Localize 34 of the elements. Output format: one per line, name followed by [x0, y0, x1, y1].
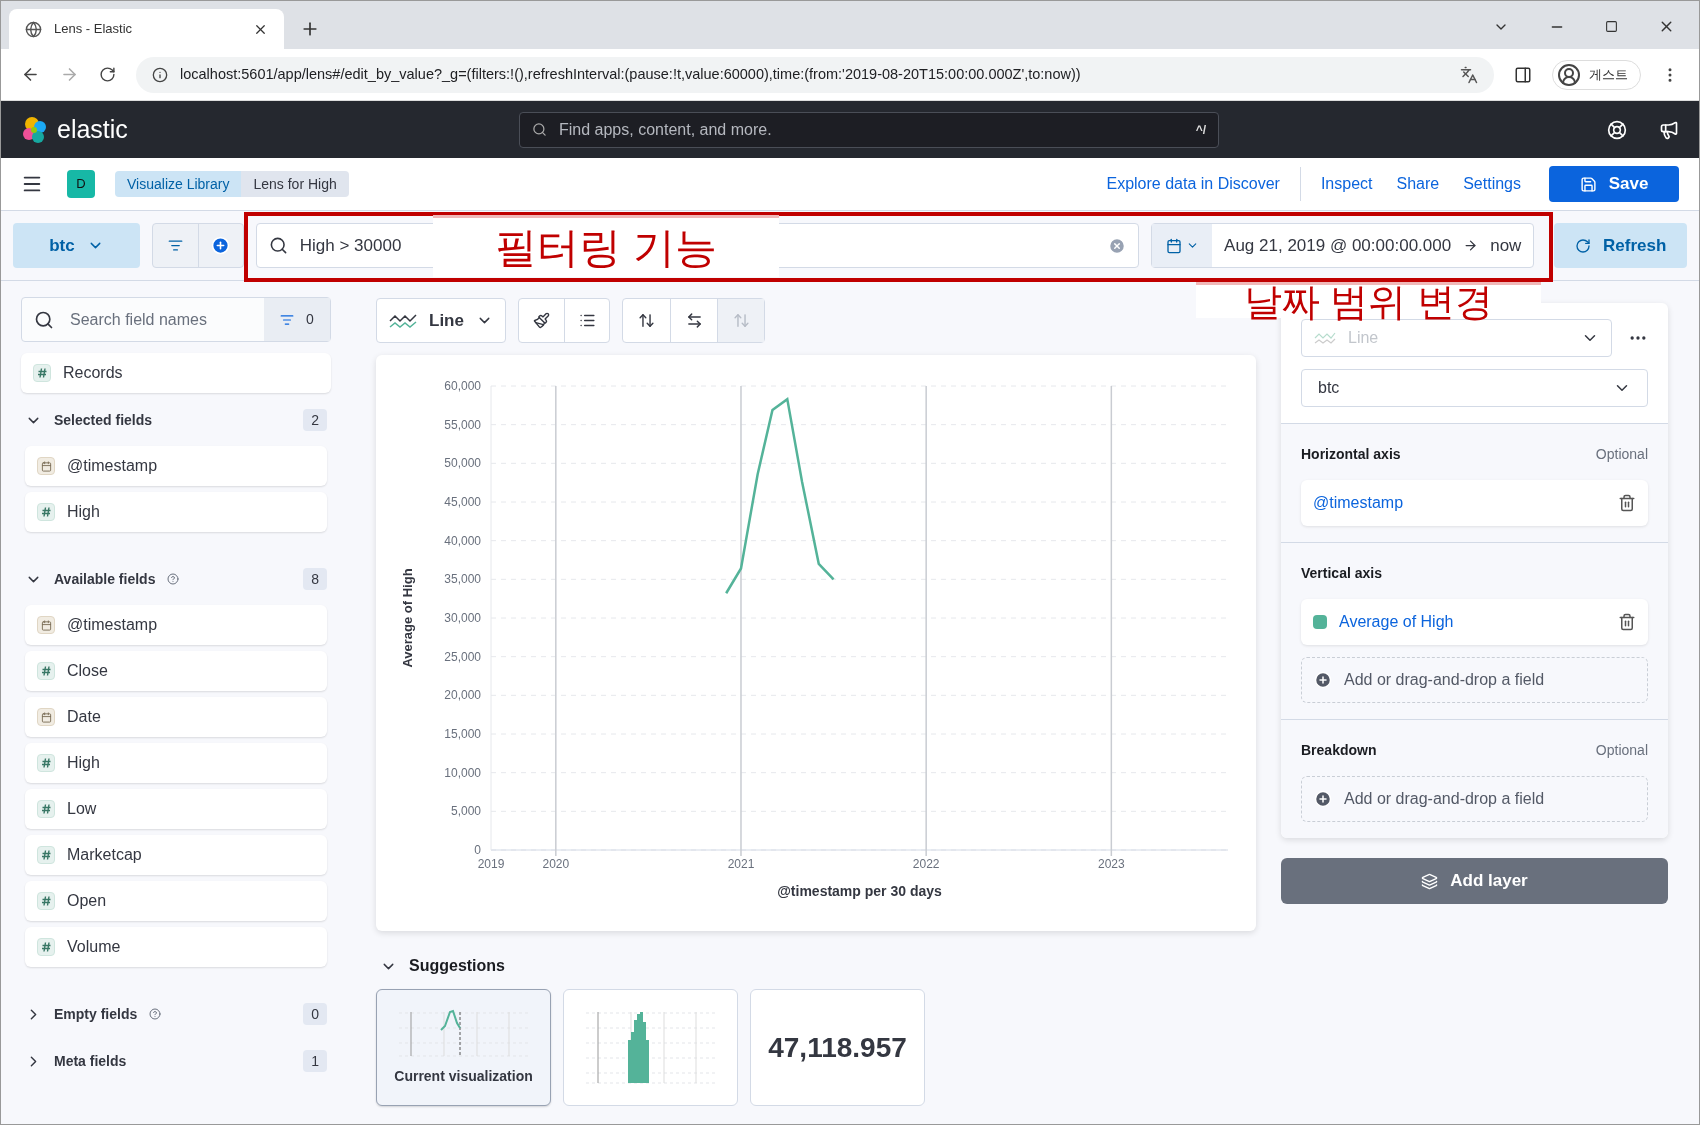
y-tick-label: 45,000 — [444, 495, 481, 509]
y-tick-label: 50,000 — [444, 456, 481, 471]
y-tick-label: 0 — [474, 843, 481, 857]
suggestion-label: Current visualization — [394, 1067, 533, 1086]
x-tick-label: 2020 — [542, 857, 570, 871]
y-tick-label: 35,000 — [444, 572, 481, 587]
group-title: Horizontal axis — [1301, 444, 1402, 464]
group-title: Breakdown — [1301, 740, 1378, 760]
group-title: Vertical axis — [1301, 563, 1383, 583]
y-tick-label: 25,000 — [444, 649, 481, 664]
x-tick-label: 2023 — [1098, 857, 1125, 871]
x-axis-title: @timestamp per 30 days — [777, 883, 942, 899]
y-axis-title: Average of High — [400, 568, 415, 668]
y-tick-label: 60,000 — [444, 379, 481, 393]
metric-value: 47,118.957 — [768, 1030, 907, 1065]
y-tick-label: 20,000 — [444, 688, 481, 703]
y-tick-label: 10,000 — [444, 765, 481, 780]
optional-label: Optional — [1595, 444, 1648, 464]
x-tick-label: 2022 — [912, 857, 940, 871]
count-badge: 0 — [303, 1003, 327, 1025]
y-tick-label: 15,000 — [444, 727, 481, 741]
y-tick-label: 30,000 — [444, 611, 481, 625]
y-tick-label: 40,000 — [444, 533, 481, 548]
count-badge: 8 — [303, 568, 327, 590]
count-badge: 2 — [303, 409, 327, 431]
annotation-tooltip: 필터링 기능 — [433, 215, 779, 277]
y-tick-label: 55,000 — [444, 417, 481, 432]
axis-start-label: 2019 — [477, 857, 505, 871]
brand-name: elastic — [57, 113, 129, 145]
optional-label: Optional — [1595, 740, 1648, 760]
count-badge: 1 — [303, 1050, 327, 1072]
keyboard-shortcut: ^/ — [1195, 121, 1206, 139]
x-tick-label: 2021 — [727, 857, 755, 871]
y-tick-label: 5,000 — [450, 804, 481, 819]
